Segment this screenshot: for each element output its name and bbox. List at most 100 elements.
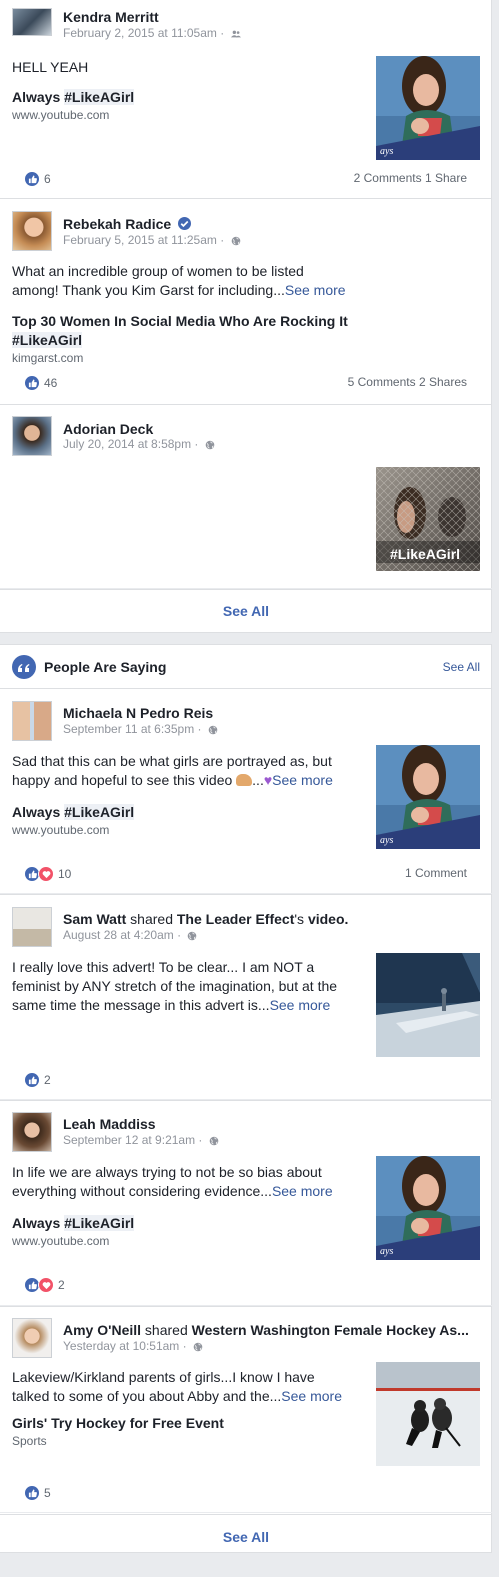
post: Adorian Deck July 20, 2014 at 8:58pm · #… xyxy=(0,405,492,589)
avatar[interactable] xyxy=(12,416,52,456)
see-more-link[interactable]: See more xyxy=(285,282,346,298)
hashtag[interactable]: #LikeAGirl xyxy=(12,332,83,348)
link-thumbnail[interactable]: ays xyxy=(376,745,480,849)
link-domain: www.youtube.com xyxy=(12,108,110,122)
link-thumbnail[interactable]: ays xyxy=(376,56,480,160)
author-name-text: Amy O'Neill xyxy=(63,1322,142,1338)
like-count: 5 xyxy=(44,1486,51,1500)
video-thumbnail[interactable]: #LikeAGirl xyxy=(376,467,480,571)
post-text: Sad that this can be what girls are port… xyxy=(12,752,357,790)
svg-text:ays: ays xyxy=(380,835,393,846)
author-name[interactable]: Sam Watt shared The Leader Effect's vide… xyxy=(63,911,348,927)
see-all-link[interactable]: See All xyxy=(443,660,480,674)
see-more-link[interactable]: See more xyxy=(270,997,331,1013)
reactions[interactable]: 6 xyxy=(24,171,51,187)
link-thumbnail[interactable] xyxy=(376,1362,480,1466)
post-text-line: everything without considering evidence.… xyxy=(12,1183,272,1199)
see-more-link[interactable]: See more xyxy=(281,1388,342,1404)
post-text-line: happy and hopeful to see this video xyxy=(12,772,233,788)
video-thumbnail[interactable] xyxy=(376,953,480,1057)
post-text-line: Lakeview/Kirkland parents of girls...I k… xyxy=(12,1369,315,1385)
people-are-saying-card: People Are Saying See All Michaela N Ped… xyxy=(0,644,492,1553)
globe-icon xyxy=(231,236,240,246)
post-text-line: feminist by ANY stretch of the imaginati… xyxy=(12,978,338,994)
link-category: Sports xyxy=(12,1434,47,1448)
shared-page-link[interactable]: The Leader Effect xyxy=(177,911,294,927)
reactions[interactable]: 2 xyxy=(24,1277,65,1293)
hashtag[interactable]: #LikeAGirl xyxy=(64,89,135,105)
author-name[interactable]: Leah Maddiss xyxy=(63,1116,156,1132)
see-all-button[interactable]: See All xyxy=(0,603,492,619)
like-icon xyxy=(24,171,40,187)
post-meta: February 2, 2015 at 11:05am · xyxy=(63,26,241,40)
shares-link[interactable]: 1 Share xyxy=(425,171,467,185)
post-date[interactable]: September 12 at 9:21am xyxy=(63,1133,195,1147)
link-thumbnail[interactable]: ays xyxy=(376,1156,480,1260)
post-meta: February 5, 2015 at 11:25am · xyxy=(63,233,241,247)
comments-link[interactable]: 1 Comment xyxy=(405,866,467,880)
link-title[interactable]: Always #LikeAGirl xyxy=(12,1214,372,1233)
like-icon xyxy=(24,375,40,391)
post: Michaela N Pedro Reis September 11 at 6:… xyxy=(0,689,492,894)
like-count: 2 xyxy=(44,1073,51,1087)
post-date[interactable]: September 11 at 6:35pm xyxy=(63,722,194,736)
post-meta: Yesterday at 10:51am · xyxy=(63,1339,203,1353)
post-date[interactable]: Yesterday at 10:51am xyxy=(63,1339,179,1353)
avatar[interactable] xyxy=(12,1112,52,1152)
verified-badge-icon xyxy=(178,217,192,230)
author-name[interactable]: Adorian Deck xyxy=(63,421,153,437)
globe-icon xyxy=(209,1136,219,1146)
shares-link[interactable]: 2 Shares xyxy=(419,375,467,389)
reactions[interactable]: 2 xyxy=(24,1072,51,1088)
comments-link[interactable]: 2 Comments xyxy=(354,171,422,185)
avatar[interactable] xyxy=(12,907,52,947)
post-date[interactable]: February 2, 2015 at 11:05am xyxy=(63,26,217,40)
shared-text: shared xyxy=(130,911,173,927)
hashtag[interactable]: #LikeAGirl xyxy=(64,804,135,820)
reactions[interactable]: 46 xyxy=(24,375,57,391)
author-name[interactable]: Rebekah Radice xyxy=(63,216,192,232)
link-title[interactable]: Girls' Try Hockey for Free Event xyxy=(12,1414,372,1433)
ice-arena-image xyxy=(376,953,480,1057)
post-text: I really love this advert! To be clear..… xyxy=(12,958,357,1015)
avatar[interactable] xyxy=(12,1318,52,1358)
post-text-line: Sad that this can be what girls are port… xyxy=(12,753,332,769)
author-name[interactable]: Kendra Merritt xyxy=(63,9,159,25)
reaction-count: 10 xyxy=(58,867,72,881)
post: Leah Maddiss September 12 at 9:21am · In… xyxy=(0,1101,492,1306)
reaction-count: 2 xyxy=(58,1278,65,1292)
shared-page-link[interactable]: Western Washington Female Hockey As... xyxy=(192,1322,469,1338)
avatar[interactable] xyxy=(12,701,52,741)
shared-object-link[interactable]: video. xyxy=(308,911,348,927)
post-text: In life we are always trying to not be s… xyxy=(12,1163,357,1201)
avatar[interactable] xyxy=(12,8,52,36)
related-posts-card: Kendra Merritt February 2, 2015 at 11:05… xyxy=(0,0,492,633)
hashtag[interactable]: #LikeAGirl xyxy=(64,1215,135,1231)
link-title[interactable]: Always #LikeAGirl xyxy=(12,88,372,107)
post-text: HELL YEAH xyxy=(12,59,89,75)
link-domain: kimgarst.com xyxy=(12,351,84,365)
post: Sam Watt shared The Leader Effect's vide… xyxy=(0,895,492,1100)
link-title[interactable]: Always #LikeAGirl xyxy=(12,803,372,822)
svg-text:ays: ays xyxy=(380,146,393,157)
comments-link[interactable]: 5 Comments xyxy=(348,375,416,389)
author-name[interactable]: Amy O'Neill shared Western Washington Fe… xyxy=(63,1322,469,1338)
post-date[interactable]: August 28 at 4:20am xyxy=(63,928,174,942)
hockey-rink-image xyxy=(376,1362,480,1466)
post-date[interactable]: July 20, 2014 at 8:58pm xyxy=(63,437,191,451)
purple-heart-icon: ♥ xyxy=(263,772,273,788)
author-name[interactable]: Michaela N Pedro Reis xyxy=(63,705,213,721)
avatar[interactable] xyxy=(12,211,52,251)
girl-thumbnail-image: ays xyxy=(376,745,480,849)
globe-icon xyxy=(188,931,197,941)
link-title[interactable]: Top 30 Women In Social Media Who Are Roc… xyxy=(12,312,482,350)
post-date[interactable]: February 5, 2015 at 11:25am xyxy=(63,233,217,247)
see-more-link[interactable]: See more xyxy=(272,772,333,788)
girl-thumbnail-image: ays xyxy=(376,1156,480,1260)
see-more-link[interactable]: See more xyxy=(272,1183,333,1199)
reactions[interactable]: 10 xyxy=(24,866,71,882)
see-all-button[interactable]: See All xyxy=(0,1529,492,1545)
post-text-line: What an incredible group of women to be … xyxy=(12,263,304,279)
reactions[interactable]: 5 xyxy=(24,1485,51,1501)
like-count: 6 xyxy=(44,172,51,186)
